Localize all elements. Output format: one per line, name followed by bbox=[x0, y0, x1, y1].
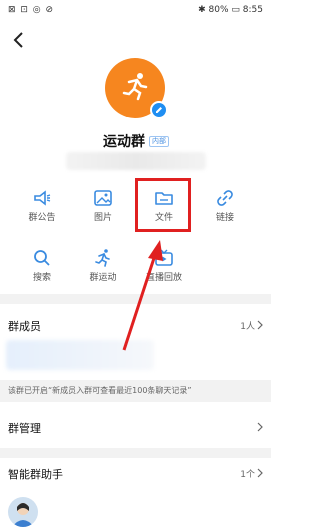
chevron-right-icon bbox=[257, 422, 263, 432]
announcement-icon bbox=[34, 190, 51, 206]
chevron-left-icon bbox=[13, 32, 23, 48]
highlight-box bbox=[135, 178, 191, 232]
grid-item-links[interactable]: 链接 bbox=[195, 188, 255, 238]
section-divider bbox=[0, 448, 271, 458]
group-name[interactable]: 运动群 bbox=[103, 131, 145, 151]
group-description-blurred bbox=[66, 152, 206, 170]
status-icons-right: ✱ 80% ▭ 8:55 bbox=[198, 5, 263, 15]
grid-label: 搜索 bbox=[32, 273, 51, 283]
grid-item-search[interactable]: 搜索 bbox=[12, 248, 72, 298]
members-avatars-blurred[interactable] bbox=[6, 340, 154, 370]
grid-item-images[interactable]: 图片 bbox=[73, 188, 133, 238]
grid-item-announcement[interactable]: 群公告 bbox=[12, 188, 72, 238]
members-count: 1人 bbox=[240, 322, 255, 332]
grid-label: 链接 bbox=[215, 213, 234, 223]
grid-label: 直播回放 bbox=[145, 273, 182, 283]
tv-icon bbox=[155, 249, 173, 266]
assistant-title: 智能群助手 bbox=[8, 468, 63, 481]
grid-label: 图片 bbox=[93, 213, 112, 223]
running-person-icon bbox=[122, 73, 148, 101]
grid-item-live-replay[interactable]: 直播回放 bbox=[134, 248, 194, 298]
chevron-right-icon bbox=[257, 468, 263, 478]
image-icon bbox=[94, 190, 112, 206]
back-button[interactable] bbox=[12, 30, 26, 50]
search-icon bbox=[34, 250, 50, 266]
section-divider bbox=[0, 294, 271, 304]
members-title: 群成员 bbox=[8, 320, 41, 333]
running-icon bbox=[95, 249, 110, 267]
internal-badge: 内部 bbox=[149, 136, 169, 147]
status-bar: ⊠ ⊡ ◎ ⊘ ✱ 80% ▭ 8:55 bbox=[0, 0, 271, 22]
group-manage-title: 群管理 bbox=[8, 422, 41, 435]
grid-item-group-sport[interactable]: 群运动 bbox=[73, 248, 133, 298]
grid-label: 群运动 bbox=[89, 273, 117, 283]
status-icons-left: ⊠ ⊡ ◎ ⊘ bbox=[8, 5, 55, 15]
edit-avatar-icon[interactable] bbox=[150, 101, 168, 119]
link-icon bbox=[217, 190, 233, 206]
assistant-avatar[interactable] bbox=[8, 497, 38, 527]
grid-label: 群公告 bbox=[28, 213, 56, 223]
chevron-right-icon bbox=[257, 320, 263, 330]
assistant-count: 1个 bbox=[240, 470, 255, 480]
history-notice: 该群已开启“新成员入群可查看最近100条聊天记录” bbox=[0, 380, 271, 402]
